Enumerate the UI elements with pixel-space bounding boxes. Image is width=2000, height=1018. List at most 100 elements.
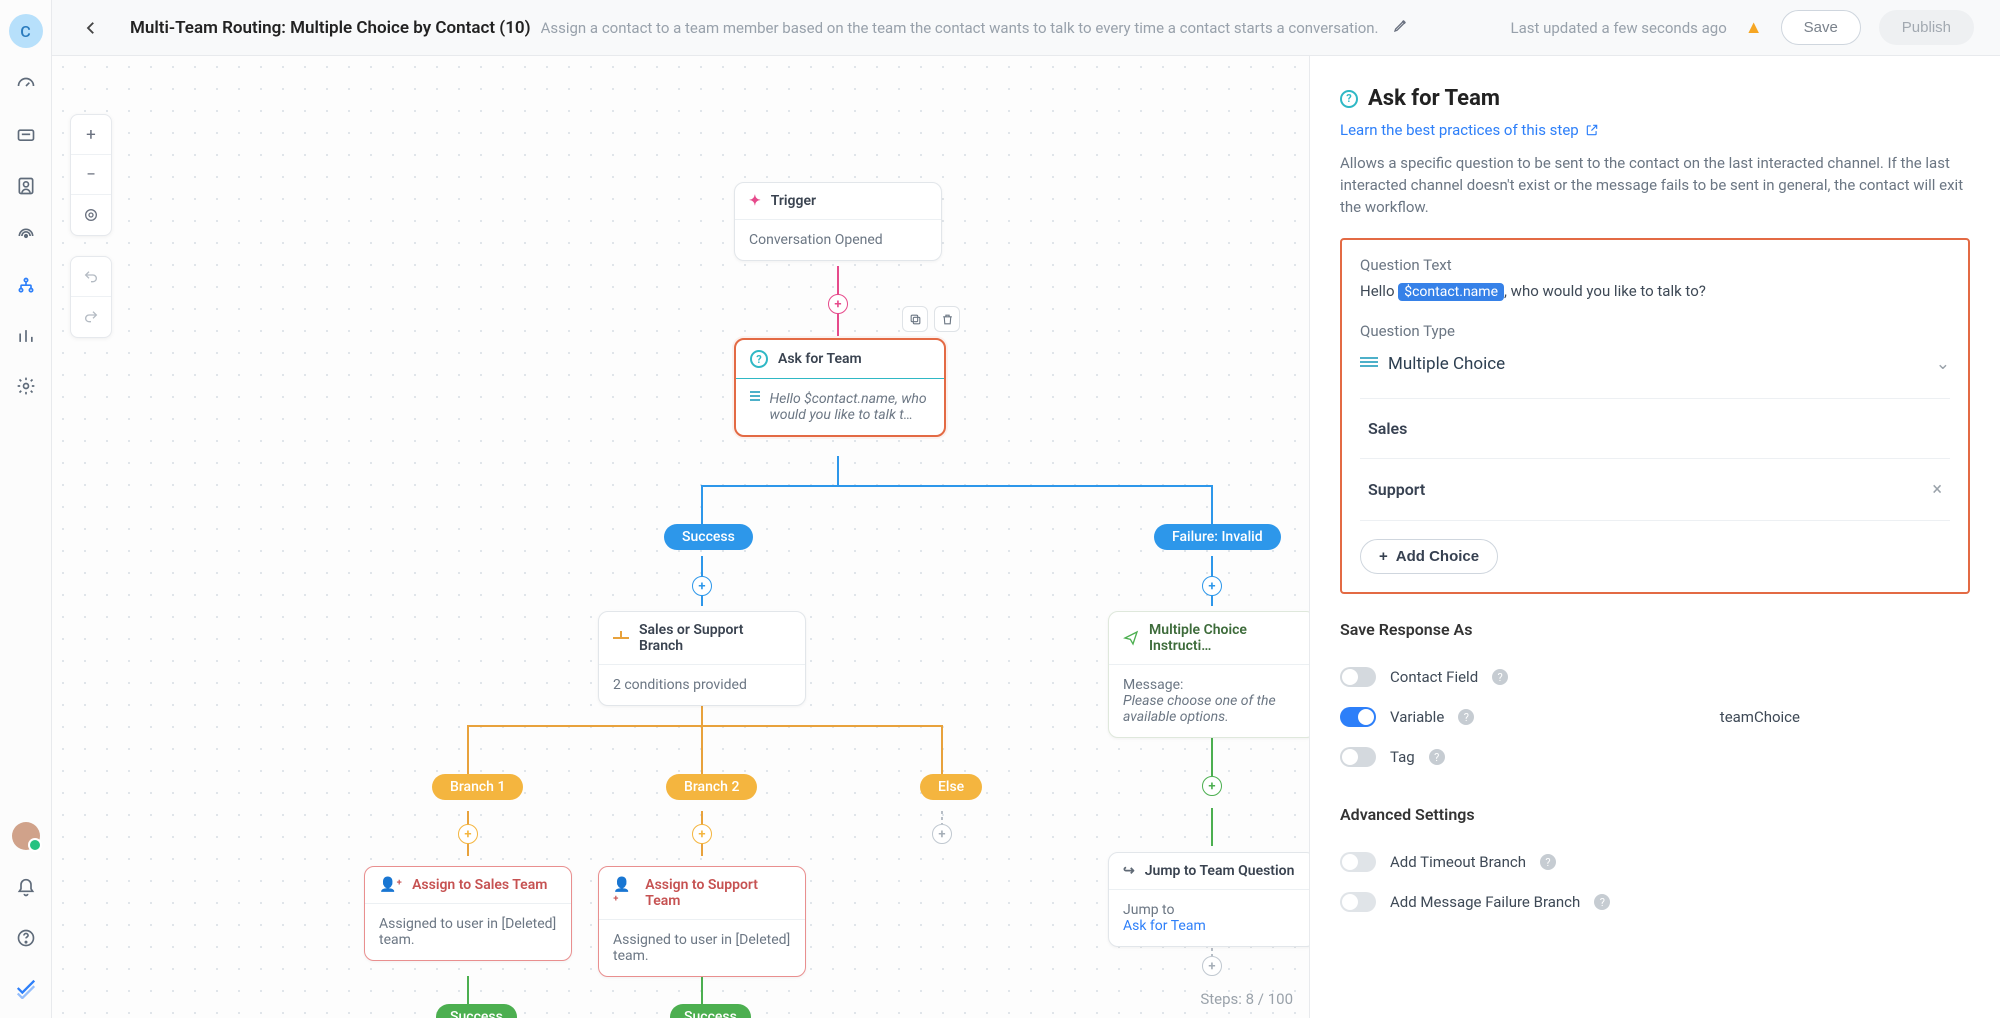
question-text-label: Question Text	[1360, 256, 1950, 274]
undo-button[interactable]	[71, 257, 111, 297]
node-branch[interactable]: Sales or Support Branch 2 conditions pro…	[598, 611, 806, 706]
add-step-button[interactable]: +	[932, 824, 952, 844]
messages-icon[interactable]	[14, 124, 38, 148]
variable-value[interactable]: teamChoice	[1720, 708, 1800, 726]
fit-view-button[interactable]	[71, 195, 111, 235]
panel-description: Allows a specific question to be sent to…	[1340, 153, 1970, 218]
info-icon[interactable]: ?	[1458, 709, 1474, 725]
add-step-button[interactable]: +	[692, 576, 712, 596]
toggle-label: Add Message Failure Branch	[1390, 893, 1580, 911]
node-title: Trigger	[771, 193, 816, 209]
help-icon[interactable]	[14, 926, 38, 950]
info-icon[interactable]: ?	[1492, 669, 1508, 685]
success-pill[interactable]: Success	[670, 1004, 751, 1018]
add-step-button[interactable]: +	[458, 824, 478, 844]
workflow-canvas[interactable]: + − ✦Trigger Conversation Opened + ?A	[52, 56, 1309, 1018]
success-pill[interactable]: Success	[664, 524, 753, 550]
multiple-choice-icon	[1360, 357, 1378, 371]
tag-toggle[interactable]	[1340, 747, 1376, 767]
info-icon[interactable]: ?	[1594, 894, 1610, 910]
question-type-select[interactable]: Multiple Choice ⌄	[1360, 348, 1950, 380]
redo-button[interactable]	[71, 297, 111, 337]
contact-field-toggle[interactable]	[1340, 667, 1376, 687]
add-step-button[interactable]: +	[828, 294, 848, 314]
branch1-pill[interactable]: Branch 1	[432, 774, 523, 800]
question-config-box: Question Text Hello $contact.name, who w…	[1340, 238, 1970, 594]
info-icon[interactable]: ?	[1540, 854, 1556, 870]
send-message-icon	[1123, 630, 1139, 646]
node-title: Multiple Choice Instructi…	[1149, 622, 1301, 654]
toggle-label: Variable	[1390, 708, 1444, 726]
info-icon[interactable]: ?	[1429, 749, 1445, 765]
contact-field-toggle-row: Contact Field ?	[1340, 657, 1970, 697]
back-button[interactable]	[78, 15, 104, 41]
node-assign-support[interactable]: 👤⁺Assign to Support Team Assigned to use…	[598, 866, 806, 977]
branch2-pill[interactable]: Branch 2	[666, 774, 757, 800]
multiple-choice-icon	[750, 391, 760, 405]
else-pill[interactable]: Else	[920, 774, 982, 800]
workspace-avatar[interactable]: C	[9, 14, 43, 48]
add-step-button[interactable]: +	[692, 824, 712, 844]
failure-pill[interactable]: Failure: Invalid	[1154, 524, 1281, 550]
node-body: 2 conditions provided	[599, 665, 805, 705]
trigger-icon: ✦	[749, 193, 761, 209]
choice-item[interactable]: Support×	[1360, 459, 1950, 521]
broadcast-icon[interactable]	[14, 224, 38, 248]
top-bar: Multi-Team Routing: Multiple Choice by C…	[52, 0, 2000, 56]
variable-toggle[interactable]	[1340, 707, 1376, 727]
choice-item[interactable]: Sales	[1360, 399, 1950, 459]
settings-icon[interactable]	[14, 374, 38, 398]
workflow-title: Multi-Team Routing: Multiple Choice by C…	[130, 18, 531, 38]
add-step-button[interactable]: +	[1202, 776, 1222, 796]
node-title: Assign to Support Team	[645, 877, 791, 909]
select-value: Multiple Choice	[1388, 354, 1505, 374]
add-step-button[interactable]: +	[1202, 956, 1222, 976]
left-nav-rail: C	[0, 0, 52, 1018]
publish-button[interactable]: Publish	[1879, 10, 1974, 45]
copy-node-icon[interactable]	[902, 306, 928, 332]
brand-check-icon[interactable]	[14, 976, 38, 1000]
add-step-button[interactable]: +	[1202, 576, 1222, 596]
node-ask-for-team[interactable]: ?Ask for Team Hello $contact.name, who w…	[734, 338, 946, 437]
save-button[interactable]: Save	[1781, 10, 1861, 45]
node-trigger[interactable]: ✦Trigger Conversation Opened	[734, 182, 942, 261]
timeout-branch-toggle[interactable]	[1340, 852, 1376, 872]
zoom-panel: + −	[70, 114, 112, 236]
jump-target-link[interactable]: Ask for Team	[1123, 918, 1301, 934]
delete-node-icon[interactable]	[934, 306, 960, 332]
question-icon: ?	[750, 350, 768, 368]
user-avatar[interactable]	[12, 822, 40, 850]
toggle-label: Tag	[1390, 748, 1415, 766]
assign-icon: 👤⁺	[613, 877, 635, 909]
node-title: Ask for Team	[778, 351, 862, 367]
steps-count: Steps: 8 / 100	[1200, 990, 1293, 1008]
remove-choice-icon[interactable]: ×	[1932, 479, 1942, 500]
question-text-input[interactable]: Hello $contact.name, who would you like …	[1360, 282, 1950, 300]
contacts-icon[interactable]	[14, 174, 38, 198]
add-choice-button[interactable]: +Add Choice	[1360, 539, 1498, 574]
notifications-icon[interactable]	[14, 876, 38, 900]
warning-icon[interactable]: ▲	[1745, 17, 1763, 38]
edit-title-icon[interactable]	[1393, 17, 1409, 38]
plus-icon: +	[1379, 548, 1388, 565]
learn-best-practices-link[interactable]: Learn the best practices of this step	[1340, 121, 1970, 139]
dashboard-icon[interactable]	[14, 74, 38, 98]
workflows-icon[interactable]	[14, 274, 38, 298]
node-title: Assign to Sales Team	[412, 877, 547, 893]
node-mc-instructions[interactable]: Multiple Choice Instructi… Message:Pleas…	[1108, 611, 1309, 738]
question-type-label: Question Type	[1360, 322, 1950, 340]
toggle-label: Contact Field	[1390, 668, 1478, 686]
msg-failure-branch-toggle[interactable]	[1340, 892, 1376, 912]
tag-toggle-row: Tag ?	[1340, 737, 1970, 777]
node-jump[interactable]: ↪Jump to Team Question Jump toAsk for Te…	[1108, 852, 1309, 947]
branch-icon	[613, 631, 629, 645]
node-assign-sales[interactable]: 👤⁺Assign to Sales Team Assigned to user …	[364, 866, 572, 961]
variable-token[interactable]: $contact.name	[1398, 283, 1504, 301]
advanced-settings-label: Advanced Settings	[1340, 805, 1970, 824]
zoom-out-button[interactable]: −	[71, 155, 111, 195]
reports-icon[interactable]	[14, 324, 38, 348]
toggle-label: Add Timeout Branch	[1390, 853, 1526, 871]
success-pill[interactable]: Success	[436, 1004, 517, 1018]
zoom-in-button[interactable]: +	[71, 115, 111, 155]
save-response-label: Save Response As	[1340, 620, 1970, 639]
